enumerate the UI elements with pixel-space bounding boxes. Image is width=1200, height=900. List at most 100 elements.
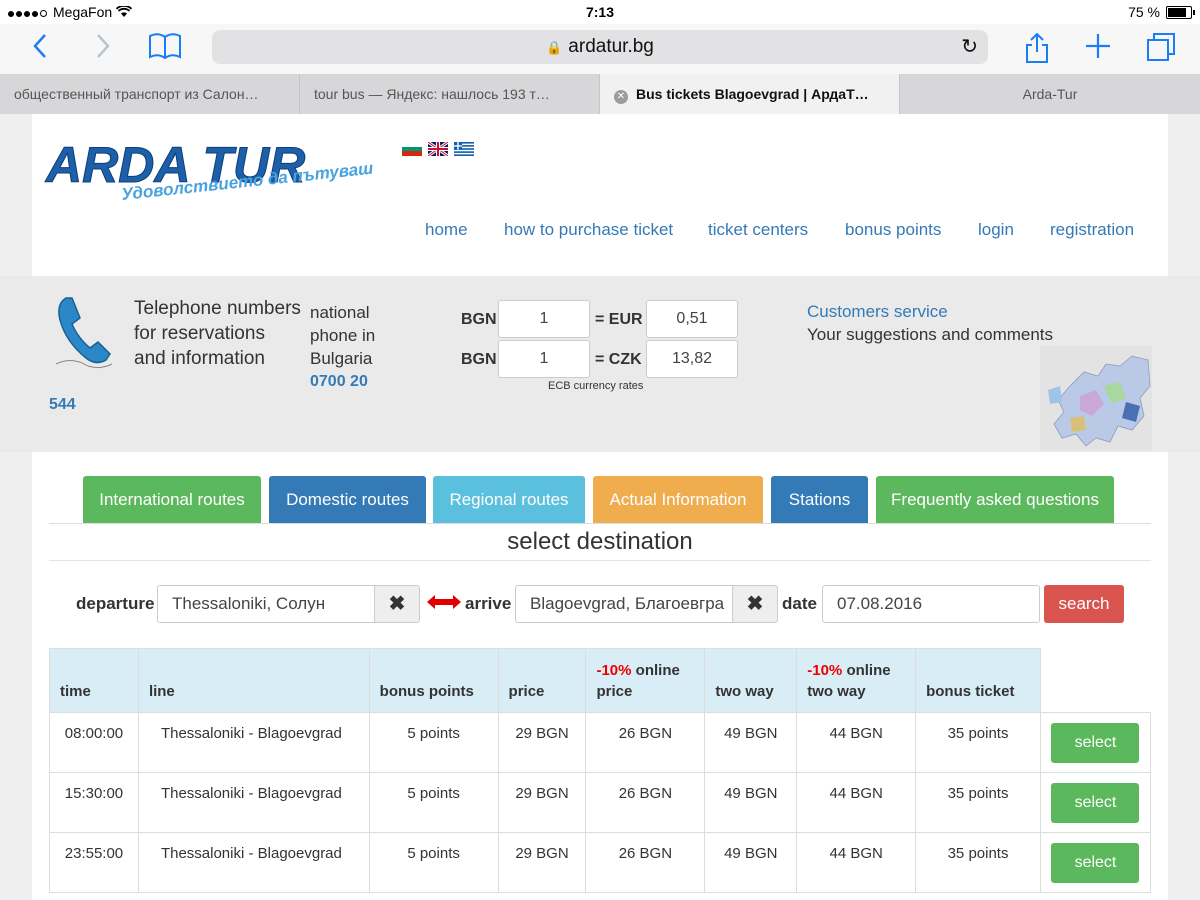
share-icon[interactable] [1024,32,1050,71]
table-row: 15:30:00 Thessaloniki - Blagoevgrad 5 po… [49,772,1152,833]
nav-ticket-centers[interactable]: ticket centers [708,220,808,240]
cell-price: 29 BGN [497,772,587,833]
bookmarks-icon[interactable] [148,32,182,67]
table-row: 23:55:00 Thessaloniki - Blagoevgrad 5 po… [49,832,1152,893]
currency-from-label: BGN [461,311,497,328]
currency-amount-input[interactable]: 1 [498,300,590,338]
status-bar: MegaFon 7:13 75 % [0,0,1200,24]
select-destination-title: select destination [507,528,693,555]
schedule-table: time line bonus points price -10% online… [49,648,1152,893]
browser-tab[interactable]: общественный транспорт из Салон… [0,74,300,114]
tab-regional-routes[interactable]: Regional routes [433,476,585,524]
uk-flag-icon[interactable] [428,142,448,156]
europe-map-icon[interactable] [1040,346,1152,450]
battery-info: 75 % [1128,4,1195,20]
col-header-bonus: bonus points [368,648,499,713]
cell-online-price: 26 BGN [585,772,706,833]
clear-arrive-icon[interactable]: ✖ [732,585,778,623]
address-bar[interactable]: 🔒 ardatur.bg ↻ [212,30,988,64]
cell-action: select [1039,772,1152,833]
browser-tab[interactable]: Arda-Tur [900,74,1200,114]
cell-bonus: 5 points [368,772,499,833]
select-button[interactable]: select [1051,783,1140,823]
bulgarian-flag-icon[interactable] [402,142,422,156]
cell-price: 29 BGN [497,832,587,893]
tab-label: Bus tickets Blagoevgrad | АрдаТ… [636,86,869,102]
cell-bonus: 5 points [368,832,499,893]
phone-icon [55,297,113,369]
cell-two-way: 49 BGN [704,712,798,773]
cell-action: select [1039,832,1152,893]
cell-bonus-ticket: 35 points [915,832,1041,893]
departure-label: departure [76,594,155,613]
cell-bonus-ticket: 35 points [915,712,1041,773]
departure-input[interactable]: Thessaloniki, Солун [157,585,375,623]
phone-number[interactable]: 0700 20 [310,370,430,393]
cell-online-price: 26 BGN [585,832,706,893]
tab-domestic-routes[interactable]: Domestic routes [269,476,426,524]
nav-bonus-points[interactable]: bonus points [845,220,941,240]
back-icon[interactable] [32,32,48,67]
tab-actual-information[interactable]: Actual Information [593,476,763,524]
date-label: date [782,594,817,613]
title-divider [49,560,1151,561]
national-phone-text: national phone in Bulgaria 0700 20 [310,301,430,393]
nav-home[interactable]: home [425,220,468,240]
cell-two-way: 49 BGN [704,772,798,833]
forward-icon[interactable] [95,32,111,67]
battery-icon [1166,5,1195,19]
cell-action: select [1039,712,1152,773]
col-header-line: line [137,648,370,713]
currency-result: 13,82 [646,340,738,378]
tabs-overview-icon[interactable] [1146,32,1176,69]
tab-label: tour bus — Яндекс: нашлось 193 т… [314,86,550,102]
browser-tab[interactable]: tour bus — Яндекс: нашлось 193 т… [300,74,600,114]
tab-international-routes[interactable]: International routes [83,476,261,524]
col-header-bonus-ticket: bonus ticket [915,648,1041,713]
ecb-note: ECB currency rates [548,380,644,392]
select-button[interactable]: select [1051,723,1140,763]
swap-direction-icon[interactable] [425,594,463,610]
browser-toolbar: 🔒 ardatur.bg ↻ [0,24,1200,74]
arrive-input[interactable]: Blagoevgrad, Благоевгра [515,585,733,623]
currency-result: 0,51 [646,300,738,338]
cell-online-two-way: 44 BGN [796,712,917,773]
nav-how-to-purchase[interactable]: how to purchase ticket [504,220,673,240]
search-button[interactable]: search [1044,585,1124,623]
cell-line: Thessaloniki - Blagoevgrad [137,772,370,833]
col-header-online-two-way: -10% online two way [796,648,917,713]
lock-icon: 🔒 [546,40,563,55]
table-row: 08:00:00 Thessaloniki - Blagoevgrad 5 po… [49,712,1152,773]
tab-label: общественный транспорт из Салон… [14,86,259,102]
nav-registration[interactable]: registration [1050,220,1134,240]
col-header-time: time [49,648,139,713]
arda-tur-logo[interactable]: ARDA TUR Удоволствието да пътуваш! [44,130,374,210]
cell-online-price: 26 BGN [585,712,706,773]
clear-departure-icon[interactable]: ✖ [374,585,420,623]
new-tab-icon[interactable] [1084,32,1112,67]
battery-percent: 75 % [1128,4,1160,20]
cell-bonus-ticket: 35 points [915,772,1041,833]
nav-login[interactable]: login [978,220,1014,240]
currency-from-label: BGN [461,351,497,368]
tab-faq[interactable]: Frequently asked questions [876,476,1114,524]
currency-to-label: = CZK [595,351,642,368]
arrive-label: arrive [465,594,512,613]
tab-divider [49,523,1151,524]
select-button[interactable]: select [1051,843,1140,883]
browser-tab-active[interactable]: ✕ Bus tickets Blagoevgrad | АрдаТ… [600,74,900,114]
close-tab-icon[interactable]: ✕ [614,90,628,104]
customer-service-link[interactable]: Customers service [807,302,948,322]
greek-flag-icon[interactable] [454,142,474,156]
cell-price: 29 BGN [497,712,587,773]
cell-time: 15:30:00 [49,772,139,833]
cell-online-two-way: 44 BGN [796,832,917,893]
col-header-action [1039,648,1151,713]
tab-stations[interactable]: Stations [771,476,868,524]
date-input[interactable]: 07.08.2016 [822,585,1040,623]
cell-online-two-way: 44 BGN [796,772,917,833]
phone-number-suffix[interactable]: 544 [49,396,76,414]
cell-bonus: 5 points [368,712,499,773]
currency-amount-input[interactable]: 1 [498,340,590,378]
reload-icon[interactable]: ↻ [961,30,978,64]
